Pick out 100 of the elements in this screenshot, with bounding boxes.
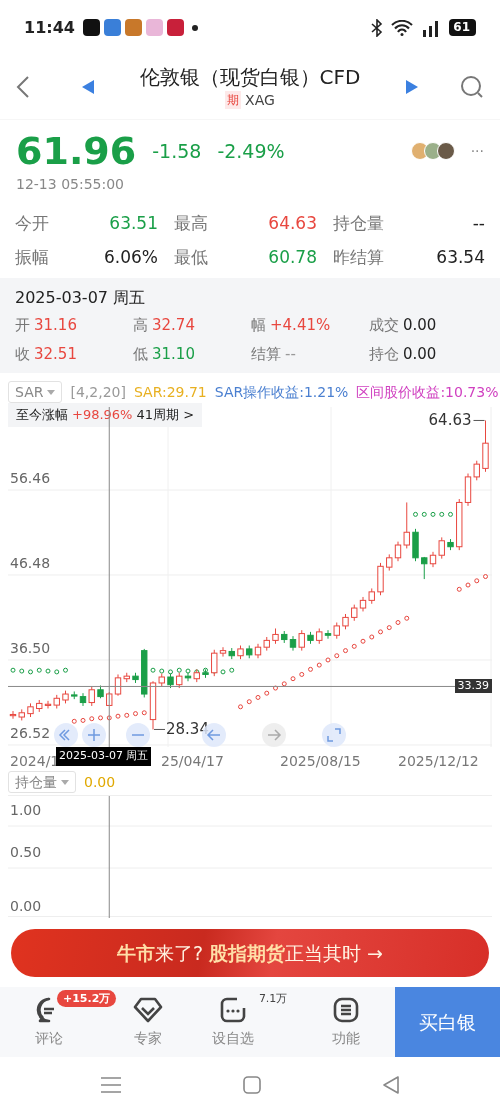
zoom-out-button[interactable] bbox=[126, 723, 150, 747]
diamond-check-icon bbox=[133, 995, 164, 1024]
stat-value: 60.78 bbox=[268, 245, 317, 269]
app-icon bbox=[166, 19, 184, 36]
expand-icon bbox=[326, 727, 342, 743]
field-value: 32.74 bbox=[152, 316, 195, 334]
field-value: 31.10 bbox=[152, 344, 195, 363]
stat-label: 振幅 bbox=[15, 245, 49, 269]
stat-value: 6.06% bbox=[104, 245, 158, 269]
field-label: 幅 bbox=[251, 316, 266, 334]
leader-line bbox=[153, 728, 166, 730]
candle bbox=[62, 690, 69, 704]
candle bbox=[377, 562, 384, 596]
promo-banner[interactable]: 牛市来了? 股指期货正当其时 → bbox=[11, 929, 489, 977]
rewind-button[interactable] bbox=[54, 723, 78, 747]
back-icon[interactable] bbox=[16, 75, 30, 99]
buy-button[interactable]: 买白银 bbox=[395, 987, 500, 1057]
candle bbox=[27, 702, 34, 718]
back-icon[interactable] bbox=[382, 1075, 400, 1094]
app-icon bbox=[82, 19, 100, 36]
field-value: 31.16 bbox=[34, 316, 77, 334]
axis-label: 2025/08/15 bbox=[280, 752, 361, 771]
chat-dots-icon bbox=[218, 995, 247, 1024]
axis-label: 25/04/17 bbox=[161, 752, 224, 771]
status-time: 11:44 bbox=[24, 16, 75, 39]
field-label: 收 bbox=[15, 344, 30, 363]
candle-date: 2025-03-07 周五 bbox=[15, 287, 147, 309]
high-price-marker: 64.63 bbox=[428, 411, 472, 430]
indicator-dropdown[interactable]: SAR bbox=[8, 381, 63, 403]
tab-label[interactable]: 设自选 bbox=[211, 1027, 254, 1049]
crosshair-price-label: 33.39 bbox=[454, 679, 492, 694]
field-label: 持仓 bbox=[369, 344, 399, 363]
candle bbox=[202, 668, 209, 679]
percent-change: -2.49% bbox=[217, 138, 285, 164]
more-text[interactable]: ··· bbox=[470, 140, 484, 162]
axis-label: 56.46 bbox=[10, 470, 51, 486]
field-value: 0.00 bbox=[403, 344, 437, 363]
right-arrow-icon bbox=[266, 727, 282, 743]
summary-value: +98.96% bbox=[72, 407, 133, 422]
field-label: 开 bbox=[15, 316, 30, 334]
caret-icon bbox=[61, 779, 69, 785]
futures-tag: 期 bbox=[225, 91, 242, 109]
menu-icon[interactable] bbox=[100, 1075, 122, 1094]
field-label: 成交 bbox=[369, 316, 399, 334]
stat-label: 昨结算 bbox=[333, 245, 384, 269]
candle bbox=[167, 673, 174, 689]
next-arrow-icon[interactable] bbox=[406, 80, 418, 94]
axis-label: 0.00 bbox=[10, 897, 42, 916]
home-icon[interactable] bbox=[243, 1075, 261, 1094]
summary-label: 至今涨幅 bbox=[16, 407, 68, 422]
wifi-icon bbox=[391, 19, 414, 36]
search-icon[interactable] bbox=[460, 75, 484, 99]
quote-timestamp: 12-13 05:55:00 bbox=[15, 175, 125, 194]
field-label: 低 bbox=[133, 344, 148, 363]
page-title: 伦敦银（现货白银）CFD bbox=[139, 63, 361, 90]
stat-label: 最高 bbox=[174, 212, 208, 235]
avatar bbox=[436, 142, 455, 160]
bluetooth-icon bbox=[371, 18, 384, 37]
indicator-value: SAR:29.71 bbox=[133, 382, 207, 402]
zoom-in-button[interactable] bbox=[82, 723, 106, 747]
candle bbox=[307, 631, 314, 645]
last-price: 61.96 bbox=[16, 128, 137, 174]
tab-bar-item[interactable]: 功能 bbox=[325, 987, 366, 1057]
tab-bar-item[interactable]: 设自选 7.1万 bbox=[205, 987, 288, 1057]
previous-arrow-icon[interactable] bbox=[82, 80, 94, 94]
minus-icon bbox=[131, 734, 145, 736]
field-value: 0.00 bbox=[403, 316, 437, 334]
candle bbox=[412, 528, 419, 562]
stat-value: 64.63 bbox=[268, 212, 317, 235]
axis-label: 2025/12/12 bbox=[398, 752, 479, 771]
range-summary-card[interactable]: 至今涨幅 +98.96% 41周期 > bbox=[8, 403, 203, 427]
indicator-value: 区间股价收益:10.73% bbox=[356, 382, 499, 402]
candle bbox=[97, 685, 104, 699]
stat-value: 63.51 bbox=[109, 212, 158, 235]
stat-label: 今开 bbox=[15, 212, 49, 235]
stat-label: 最低 bbox=[174, 245, 208, 269]
axis-label: 46.48 bbox=[10, 555, 51, 571]
tab-bar-item[interactable]: 专家 bbox=[127, 987, 170, 1057]
expand-button[interactable] bbox=[322, 723, 346, 747]
axis-label: 1.00 bbox=[10, 801, 42, 820]
menu-icon bbox=[331, 995, 360, 1024]
tab-label[interactable]: 评论 bbox=[35, 1027, 64, 1049]
candle bbox=[342, 613, 349, 630]
axis-label: 36.50 bbox=[10, 639, 51, 656]
avatar bbox=[410, 142, 429, 160]
leader-line bbox=[473, 419, 485, 421]
app-icon bbox=[124, 19, 142, 36]
open-interest-value: 0.00 bbox=[84, 772, 116, 792]
field-label: 高 bbox=[133, 316, 148, 334]
app-icon bbox=[103, 19, 121, 36]
stat-label: 持仓量 bbox=[333, 212, 384, 235]
low-price-marker: 28.34 bbox=[166, 720, 209, 739]
tab-label[interactable]: 专家 bbox=[134, 1027, 163, 1049]
tab-label[interactable]: 功能 bbox=[331, 1027, 360, 1049]
summary-period: 41周期 > bbox=[136, 407, 195, 422]
field-value: +4.41% bbox=[270, 316, 331, 334]
app-icon bbox=[145, 19, 163, 36]
stat-value: -- bbox=[472, 212, 485, 235]
field-value: 32.51 bbox=[34, 344, 77, 363]
indicator-dropdown[interactable]: 持仓量 bbox=[8, 771, 76, 793]
